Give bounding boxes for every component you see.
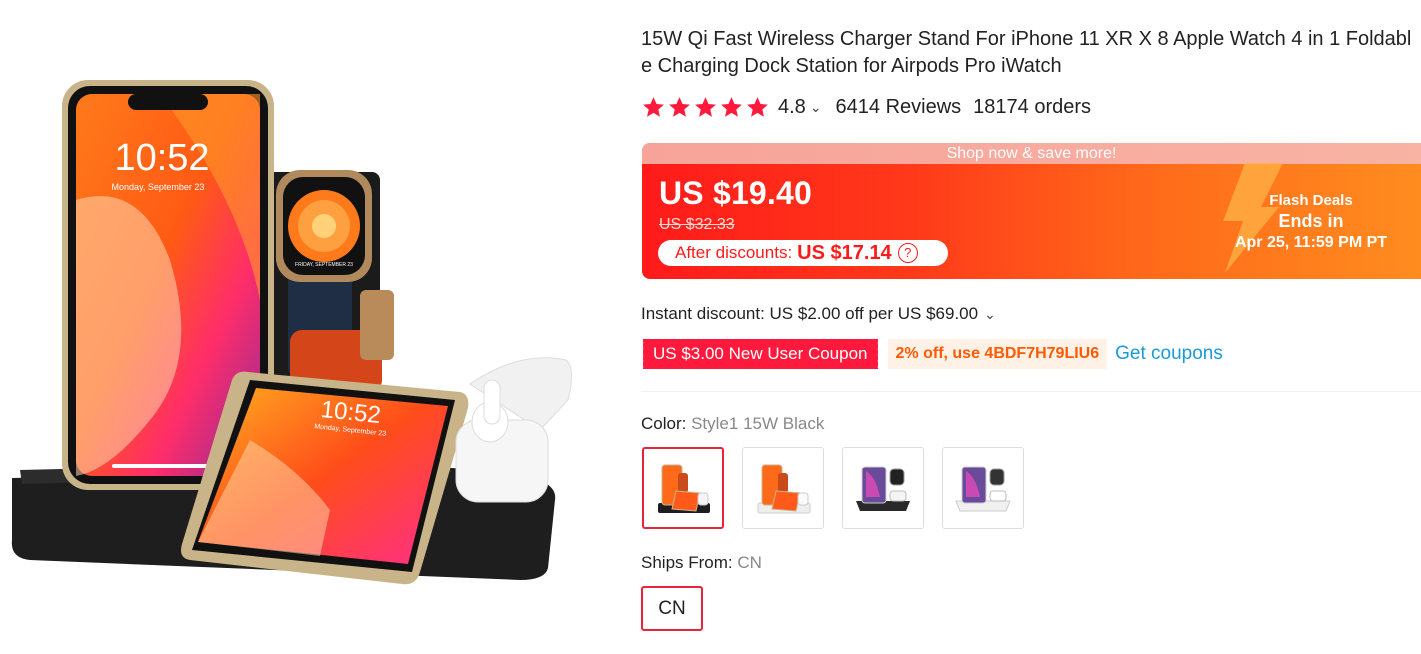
star-icon (643, 96, 664, 117)
color-option-1[interactable] (642, 447, 724, 529)
star-icon (695, 96, 716, 117)
airpods-case (455, 357, 572, 503)
color-label-text: Color: (641, 414, 687, 433)
new-user-coupon[interactable]: US $3.00 New User Coupon (641, 339, 878, 369)
rating-row: 4.8 ⌄ 6414 Reviews 18174 orders (641, 94, 1091, 120)
ships-from-label-text: Ships From: (641, 553, 733, 572)
chevron-down-icon[interactable]: ⌄ (984, 306, 996, 323)
price-banner: Shop now & save more! US $19.40 US $32.3… (642, 143, 1421, 279)
after-discount-label: After discounts: (675, 243, 793, 262)
star-icon (721, 96, 742, 117)
star-icon (747, 96, 768, 117)
orders-count: 18174 orders (973, 95, 1092, 118)
thumbnail-black-dock (856, 466, 910, 511)
after-discount-pill[interactable]: After discounts: US $17.14 ? (658, 240, 948, 266)
watch-date: FRIDAY, SEPTEMBER 23 (295, 262, 353, 268)
color-swatches (642, 447, 1024, 529)
flash-end-date: Apr 25, 11:59 PM PT (1234, 234, 1388, 251)
after-discount-price: US $17.14 (797, 241, 892, 264)
divider (641, 391, 1421, 392)
promo-text: Shop now & save more! (642, 143, 1421, 164)
ships-from-selected: CN (737, 553, 762, 572)
color-option-2[interactable] (742, 447, 824, 529)
color-option-4[interactable] (942, 447, 1024, 529)
ships-from-label: Ships From: CN (641, 553, 762, 573)
phone-time: 10:52 (114, 137, 209, 179)
thumbnail-black-stand (658, 464, 710, 513)
rating-value[interactable]: 4.8 (778, 96, 806, 119)
get-coupons-link[interactable]: Get coupons (1115, 343, 1223, 365)
code-offer[interactable]: 2% off, use 4BDF7H79LIU6 (887, 339, 1108, 369)
phone-date: Monday, September 23 (112, 182, 205, 192)
flash-title: Flash Deals (1269, 192, 1353, 209)
original-price: US $32.33 (659, 216, 735, 233)
current-price: US $19.40 (659, 175, 813, 211)
rating-stars[interactable] (641, 95, 770, 120)
help-icon[interactable]: ? (897, 243, 918, 263)
product-main-image[interactable]: 10:52 Monday, September 23 FRIDAY, SEPTE… (0, 0, 600, 654)
thumbnail-white-dock (955, 466, 1011, 512)
flash-deals: Flash Deals Ends in Apr 25, 11:59 PM PT (1211, 191, 1411, 254)
reviews-link[interactable]: 6414 Reviews (836, 96, 962, 119)
chevron-down-icon[interactable]: ⌄ (810, 99, 822, 116)
color-selected-value: Style1 15W Black (691, 414, 825, 433)
thumbnail-white-stand (757, 464, 811, 514)
ship-option-cn[interactable]: CN (641, 586, 703, 631)
instant-discount-text: Instant discount: US $2.00 off per US $6… (641, 304, 979, 323)
product-title: 15W Qi Fast Wireless Charger Stand For i… (641, 28, 1412, 77)
color-option-3[interactable] (842, 447, 924, 529)
coupon-row: US $3.00 New User Coupon 2% off, use 4BD… (641, 339, 1223, 369)
flash-ends-label: Ends in (1278, 211, 1344, 231)
color-label: Color: Style1 15W Black (641, 414, 824, 434)
instant-discount[interactable]: Instant discount: US $2.00 off per US $6… (641, 304, 1010, 324)
star-icon (669, 96, 690, 117)
